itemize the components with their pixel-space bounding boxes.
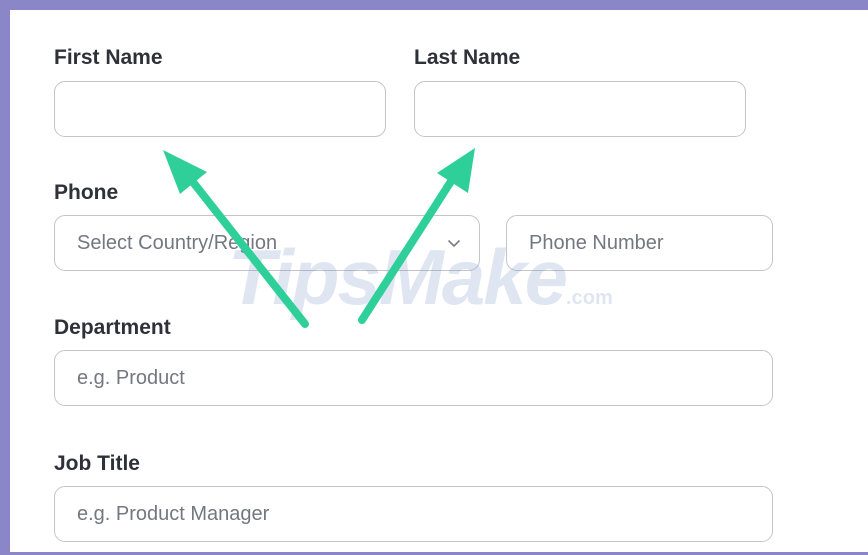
country-select-placeholder: Select Country/Region [77, 231, 278, 254]
phone-label: Phone [54, 181, 119, 204]
job-title-placeholder: e.g. Product Manager [77, 502, 270, 525]
country-select[interactable]: Select Country/Region [54, 215, 480, 271]
department-label: Department [54, 316, 171, 339]
first-name-input[interactable] [54, 81, 386, 137]
job-title-input[interactable]: e.g. Product Manager [54, 486, 773, 542]
phone-number-placeholder: Phone Number [529, 231, 664, 254]
last-name-label: Last Name [414, 46, 521, 69]
phone-number-input[interactable]: Phone Number [506, 215, 773, 271]
chevron-down-icon [448, 240, 460, 247]
last-name-input[interactable] [414, 81, 746, 137]
first-name-label: First Name [54, 46, 163, 69]
department-input[interactable]: e.g. Product [54, 350, 773, 406]
job-title-label: Job Title [54, 452, 140, 475]
department-placeholder: e.g. Product [77, 366, 185, 389]
